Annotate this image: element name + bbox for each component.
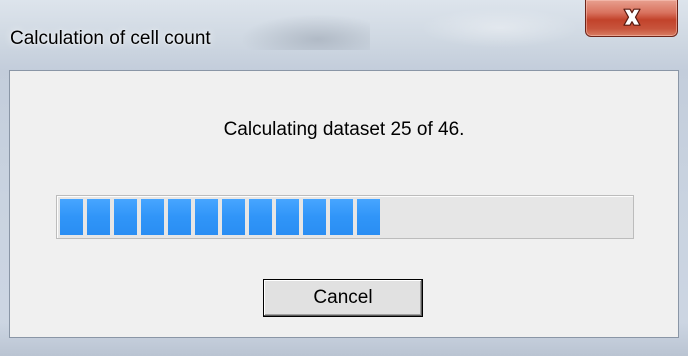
progress-bar bbox=[56, 195, 634, 239]
window-title: Calculation of cell count bbox=[10, 28, 211, 49]
close-button[interactable] bbox=[585, 0, 678, 37]
progress-segment bbox=[303, 199, 326, 235]
dialog-client-area: Calculating dataset 25 of 46. Cancel bbox=[9, 70, 679, 338]
progress-segment bbox=[87, 199, 110, 235]
progress-segment bbox=[357, 199, 380, 235]
progress-segment bbox=[60, 199, 83, 235]
close-icon bbox=[622, 8, 641, 26]
progress-segment bbox=[222, 199, 245, 235]
progress-segment bbox=[249, 199, 272, 235]
progress-segment bbox=[141, 199, 164, 235]
calculation-dialog-window: Calculation of cell count Calculating da… bbox=[0, 0, 688, 356]
progress-segment bbox=[168, 199, 191, 235]
progress-status-text: Calculating dataset 25 of 46. bbox=[223, 119, 465, 140]
cancel-button[interactable]: Cancel bbox=[263, 279, 423, 317]
progress-segment bbox=[195, 199, 218, 235]
progress-fill bbox=[60, 199, 380, 235]
progress-segment bbox=[276, 199, 299, 235]
progress-segment bbox=[114, 199, 137, 235]
progress-segment bbox=[330, 199, 353, 235]
